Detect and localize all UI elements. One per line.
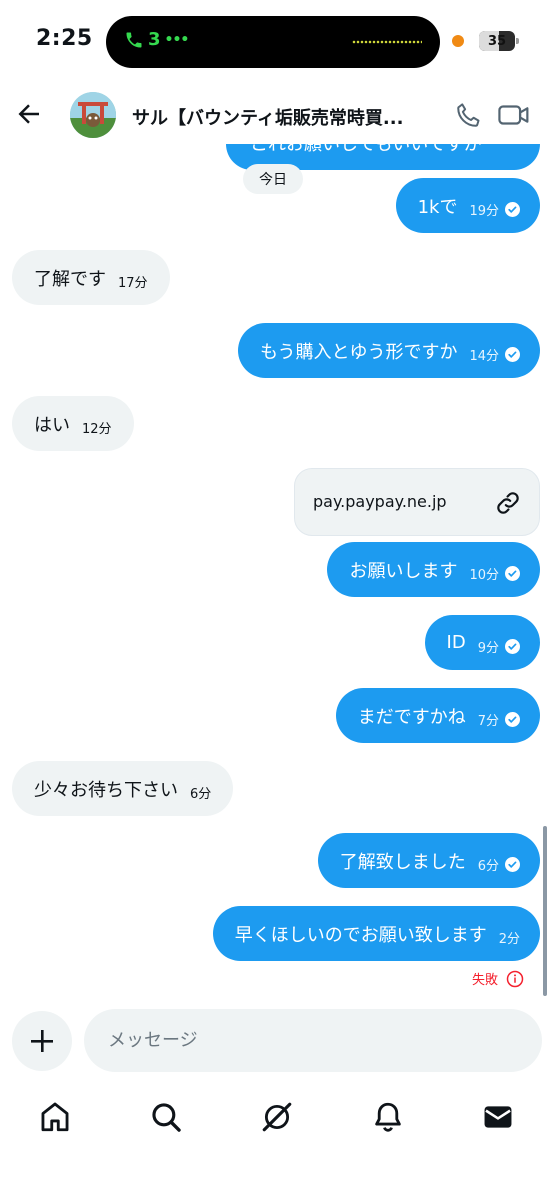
link-url: pay.paypay.ne.jp xyxy=(313,492,447,511)
link-preview-card[interactable]: pay.paypay.ne.jp xyxy=(294,468,540,536)
grok-icon[interactable] xyxy=(260,1100,294,1134)
message-meta: 9分 xyxy=(478,637,520,656)
mic-indicator-dot xyxy=(452,35,464,47)
message-text: ID xyxy=(446,632,466,653)
message-time: 2分 xyxy=(498,932,520,947)
message-time: 17分 xyxy=(118,276,148,291)
message-bubble-outgoing[interactable]: まだですかね 7分 xyxy=(335,688,540,743)
message-time: 14分 xyxy=(469,349,499,364)
message-bubble-outgoing[interactable]: 早くほしいのでお願い致します 2分 xyxy=(212,906,540,961)
arrow-left-icon[interactable] xyxy=(14,99,44,129)
envelope-icon[interactable] xyxy=(481,1100,515,1134)
message-meta: 17分 xyxy=(118,272,148,291)
link-icon xyxy=(497,492,519,514)
message-meta: 6分 xyxy=(478,855,520,874)
dynamic-island[interactable]: 3 ••• xyxy=(106,16,440,68)
active-call-indicator[interactable]: 3 ••• xyxy=(124,29,190,50)
plus-icon xyxy=(31,1030,53,1052)
message-text: まだですかね xyxy=(357,706,466,728)
read-check-icon xyxy=(505,712,520,727)
call-count: 3 xyxy=(148,29,161,50)
add-attachment-button[interactable] xyxy=(12,1011,72,1071)
message-time: 19分 xyxy=(469,204,499,219)
search-icon[interactable] xyxy=(149,1100,183,1134)
chat-header: サル【バウンティ垢販売常時買... xyxy=(0,86,553,144)
home-icon[interactable] xyxy=(38,1100,72,1134)
message-text: 了解です xyxy=(34,268,106,290)
message-meta: 12分 xyxy=(82,418,112,437)
read-check-icon xyxy=(505,639,520,654)
read-check-icon xyxy=(505,857,520,872)
message-text: 早くほしいのでお願い致します xyxy=(234,924,487,946)
message-time: 7分 xyxy=(477,714,499,729)
message-time: 6分 xyxy=(477,859,499,874)
info-circle-icon[interactable] xyxy=(506,970,524,988)
read-check-icon xyxy=(505,347,520,362)
message-bubble-outgoing[interactable]: 1kで 19分 xyxy=(395,178,540,233)
message-bubble-outgoing[interactable]: 了解致しました 6分 xyxy=(317,833,540,888)
message-bubble-outgoing[interactable]: ID 9分 xyxy=(424,615,540,670)
message-text: もう購入とゆう形ですか xyxy=(259,341,458,363)
message-meta: 19分 xyxy=(469,200,520,219)
message-text: はい xyxy=(34,414,70,436)
message-meta: 2分 xyxy=(499,928,520,947)
battery-indicator: 35 xyxy=(479,31,519,51)
send-failed-indicator[interactable]: 失敗 xyxy=(472,969,524,988)
message-time: 10分 xyxy=(469,568,499,583)
message-input[interactable] xyxy=(84,1009,542,1072)
message-meta: 7分 xyxy=(478,710,520,729)
call-dots-icon: ••• xyxy=(164,31,190,48)
message-meta: 6分 xyxy=(190,783,211,802)
message-meta: 14分 xyxy=(469,345,520,364)
bottom-nav xyxy=(0,1090,553,1150)
chat-title[interactable]: サル【バウンティ垢販売常時買... xyxy=(132,104,432,130)
message-text: 了解致しました xyxy=(339,851,466,873)
date-divider: 今日 xyxy=(243,164,303,194)
scrollbar[interactable] xyxy=(543,826,547,996)
message-meta: 10分 xyxy=(469,564,520,583)
bell-icon[interactable] xyxy=(371,1100,405,1134)
message-time: 9分 xyxy=(477,641,499,656)
video-camera-icon[interactable] xyxy=(497,100,531,130)
message-bubble-outgoing[interactable]: もう購入とゆう形ですか 14分 xyxy=(237,323,540,378)
message-text: 1kで xyxy=(417,196,458,218)
phone-call-icon xyxy=(126,32,142,47)
audio-wave-icon xyxy=(352,40,422,44)
message-text: お願いします xyxy=(349,560,458,582)
phone-icon[interactable] xyxy=(454,100,484,130)
message-bubble-incoming[interactable]: 了解です 17分 xyxy=(12,250,170,305)
message-time: 6分 xyxy=(190,787,212,802)
failed-label: 失敗 xyxy=(472,973,499,988)
battery-level: 35 xyxy=(487,33,507,49)
message-text: 少々お待ち下さい xyxy=(34,779,178,801)
read-check-icon xyxy=(505,566,520,581)
message-bubble-outgoing[interactable]: お願いします 10分 xyxy=(327,542,540,597)
message-bubble-incoming[interactable]: 少々お待ち下さい 6分 xyxy=(12,761,234,816)
avatar-image xyxy=(70,92,116,138)
status-time: 2:25 xyxy=(36,26,93,51)
status-bar: 2:25 3 ••• 35 xyxy=(0,0,553,84)
message-bubble-incoming[interactable]: はい 12分 xyxy=(12,396,134,451)
avatar[interactable] xyxy=(70,92,116,138)
message-time: 12分 xyxy=(82,422,112,437)
read-check-icon xyxy=(505,202,520,217)
